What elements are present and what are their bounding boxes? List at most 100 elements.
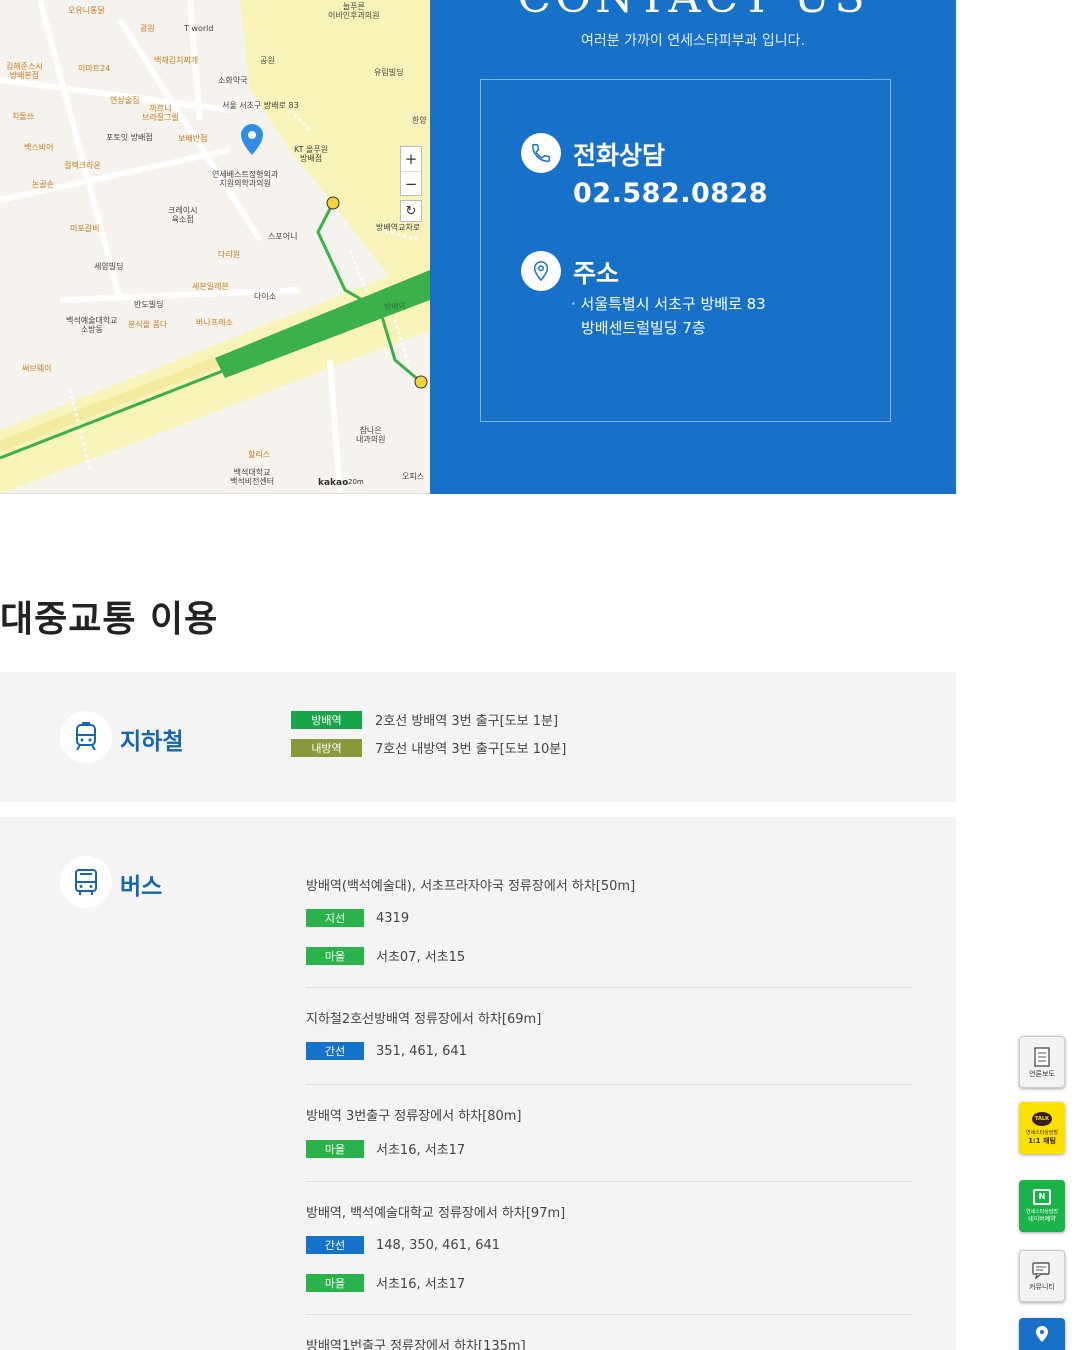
map-label: 포토잇 방배점 — [106, 133, 153, 142]
map-label: 연상술집 — [110, 96, 140, 105]
map-label: 유림빌딩 — [374, 68, 404, 77]
bus-route-row: 마을 서초07, 서초15 — [306, 946, 912, 965]
map-label: 서울 서초구 방배로 83 — [222, 101, 299, 110]
bus-route-row: 지선 4319 — [306, 909, 912, 927]
document-icon — [1034, 1047, 1050, 1067]
chat-bubble-icon — [1032, 1262, 1050, 1280]
map-label: 참나은 내과의원 — [356, 426, 386, 444]
map-label: 백석대학교 백석비전센터 — [230, 468, 275, 486]
bus-numbers: 4319 — [376, 910, 410, 926]
map-label: 보배반점 — [178, 134, 208, 143]
kakao-label-1: 연세스타상담방 — [1025, 1129, 1059, 1136]
naver-label-1: 연세스타상담방 — [1025, 1208, 1059, 1215]
bus-type-badge: 간선 — [306, 1236, 364, 1254]
bus-numbers: 서초07, 서초15 — [376, 950, 466, 965]
community-button[interactable]: 커뮤니티 — [1019, 1250, 1065, 1302]
map-label: 이마트24 — [78, 64, 111, 73]
map-label: 공원 — [260, 56, 275, 65]
map-label: 백스비어 — [24, 143, 54, 152]
map-label: 오피스 — [402, 472, 425, 481]
divider — [306, 1084, 912, 1085]
map-label: 분식을 품다 — [128, 320, 168, 329]
divider — [306, 1314, 912, 1315]
bus-numbers: 148, 350, 461, 641 — [376, 1237, 501, 1253]
map[interactable]: 오유니통닭 광원 T world 늘푸른 이비인후과의원 김해준스시 방배본점 … — [0, 0, 430, 494]
map-label: T world — [184, 24, 214, 33]
bus-numbers: 351, 461, 641 — [376, 1043, 467, 1059]
map-label: 논골손 — [32, 180, 55, 189]
bus-type-badge: 지선 — [306, 909, 364, 927]
map-label: 미포갈비 — [70, 224, 100, 233]
zoom-in-button[interactable]: + — [401, 147, 421, 171]
kakao-map-logo: kakao — [318, 478, 349, 488]
bus-stop-group: 지하철2호선방배역 정류장에서 하차[69m] 간선 351, 461, 641 — [306, 1008, 912, 1060]
subway-icon — [60, 711, 112, 763]
address-label: 주소 — [573, 259, 620, 288]
subway-row: 방배역 2호선 방배역 3번 출구[도보 1분] — [291, 710, 558, 729]
contact-box: 전화상담 02.582.0828 주소 · 서울특별시 서초구 방배로 83 방… — [480, 79, 891, 422]
bus-type-badge: 마을 — [306, 1273, 364, 1292]
bus-label: 버스 — [120, 874, 163, 900]
phone-number[interactable]: 02.582.0828 — [573, 178, 768, 209]
bus-route-row: 간선 351, 461, 641 — [306, 1042, 912, 1060]
bus-type-badge: 마을 — [306, 946, 364, 965]
location-button[interactable] — [1019, 1318, 1065, 1350]
map-label: 세양빌딩 — [94, 262, 124, 271]
map-label: 반도빌딩 — [134, 300, 164, 309]
zoom-out-button[interactable]: − — [401, 171, 421, 195]
community-label: 커뮤니티 — [1029, 1283, 1055, 1291]
map-label: KT 올푸원 방배점 — [294, 145, 329, 163]
divider — [306, 1181, 912, 1182]
location-pin-icon — [1036, 1326, 1048, 1342]
bus-route-row: 마을 서초16, 서초17 — [306, 1273, 912, 1292]
map-label: 김해준스시 방배본점 — [6, 62, 43, 80]
bus-stop-group: 방배역1번출구 정류장에서 하차[135m] — [306, 1335, 912, 1350]
subway-panel: 지하철 방배역 2호선 방배역 3번 출구[도보 1분] 내방역 7호선 내방역… — [0, 672, 956, 802]
press-button[interactable]: 언론보도 — [1019, 1036, 1065, 1088]
map-label: 백석예술대학교 소방동 — [66, 316, 118, 334]
naver-label-2: 네이버예약 — [1028, 1215, 1056, 1223]
map-label: 백채김치찌개 — [154, 56, 199, 65]
subway-row: 내방역 7호선 내방역 3번 출구[도보 10분] — [291, 738, 566, 757]
bus-stop-group: 방배역 3번출구 정류장에서 하차[80m] 마을 서초16, 서초17 — [306, 1105, 912, 1158]
map-label: 방배역 — [384, 302, 407, 311]
map-label: 까르니 브라질그릴 — [142, 104, 179, 122]
transit-section-title: 대중교통 이용 — [0, 599, 219, 640]
address-line-2: 방배센트럴빌딩 7층 — [581, 319, 706, 337]
subway-route-text: 7호선 내방역 3번 출구[도보 10분] — [375, 742, 567, 757]
map-label: 스포어니 — [268, 232, 298, 241]
map-label: 크레이시 육소점 — [168, 206, 198, 224]
bus-type-badge: 마을 — [306, 1139, 364, 1158]
map-label: 연세베스트정형외과 지원의학과의원 — [212, 170, 279, 188]
bus-stop-group: 방배역(백석예술대), 서초프라자야국 정류장에서 하차[50m] 지선 431… — [306, 875, 912, 965]
bus-route-row: 마을 서초16, 서초17 — [306, 1139, 912, 1158]
map-label: 광원 — [140, 24, 155, 33]
map-label: 다이소 — [254, 292, 277, 301]
divider — [306, 987, 912, 988]
map-label: 소화약국 — [218, 76, 248, 85]
naver-booking-button[interactable]: N 연세스타상담방 네이버예약 — [1019, 1180, 1065, 1232]
bus-stop-name: 방배역1번출구 정류장에서 하차[135m] — [306, 1339, 526, 1350]
map-scale: 20m — [348, 478, 364, 486]
map-refresh-button[interactable]: ↻ — [400, 200, 422, 222]
contact-title: CONTACT US — [430, 0, 956, 23]
map-label: 방배역교차로 — [376, 223, 421, 232]
subway-route-text: 2호선 방배역 3번 출구[도보 1분] — [375, 714, 559, 729]
map-label: 다리원 — [218, 250, 241, 259]
kakao-chat-button[interactable]: TALK 연세스타상담방 1:1 채팅 — [1019, 1102, 1065, 1154]
map-roads — [0, 0, 430, 493]
line-badge: 방배역 — [291, 710, 362, 729]
bus-stop-name: 방배역, 백석예술대학교 정류장에서 하차[97m] — [306, 1206, 566, 1221]
bus-stop-group: 방배역, 백석예술대학교 정류장에서 하차[97m] 간선 148, 350, … — [306, 1202, 912, 1292]
map-label: 컬렉크라운 — [64, 161, 101, 170]
map-zoom-control: + − — [400, 146, 422, 196]
contact-subtitle: 여러분 가까이 연세스타피부과 입니다. — [581, 33, 805, 49]
map-label: 한양 — [412, 116, 427, 125]
bus-stop-name: 방배역 3번출구 정류장에서 하차[80m] — [306, 1109, 522, 1124]
map-label: 할리스 — [248, 450, 271, 459]
map-label: 세븐일레븐 — [192, 282, 229, 291]
subway-label: 지하철 — [120, 729, 184, 755]
naver-calendar-icon: N — [1033, 1188, 1051, 1205]
map-label: 늘푸른 이비인후과의원 — [328, 2, 380, 20]
location-pin-icon — [521, 251, 561, 291]
